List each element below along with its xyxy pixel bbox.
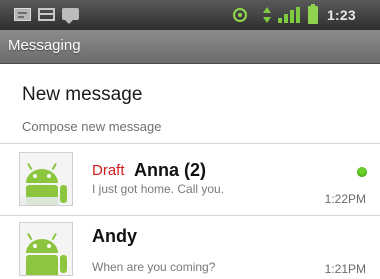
status-clock: 1:23 xyxy=(327,7,356,23)
conversation-item-andy[interactable]: Andy When are you coming? 1:21PM xyxy=(0,216,380,279)
android-avatar-icon[interactable] xyxy=(19,152,73,206)
battery-icon xyxy=(308,4,318,24)
calendar-notification-icon[interactable] xyxy=(38,8,55,21)
message-snippet: When are you coming? xyxy=(92,260,216,274)
message-snippet: I just got home. Call you. xyxy=(92,182,225,196)
sms-notification-icon[interactable] xyxy=(14,8,31,21)
app-title: Messaging xyxy=(8,37,81,54)
draft-label: Draft xyxy=(92,162,125,179)
contact-name: Andy xyxy=(92,226,137,246)
contact-name: Anna (2) xyxy=(134,160,206,180)
data-arrows-icon xyxy=(263,7,271,23)
status-bar: 1:23 xyxy=(0,0,380,30)
message-time: 1:21PM xyxy=(324,262,366,276)
message-time: 1:22PM xyxy=(324,192,366,206)
new-message-item[interactable]: New message Compose new message xyxy=(0,64,380,144)
signal-icon xyxy=(278,7,300,23)
compose-subtitle: Compose new message xyxy=(22,119,162,134)
chat-notification-icon[interactable] xyxy=(62,8,79,24)
online-status-icon xyxy=(357,167,367,177)
new-message-label: New message xyxy=(22,84,143,105)
android-avatar-icon[interactable] xyxy=(19,222,73,276)
gps-icon xyxy=(233,8,247,22)
app-title-bar: Messaging xyxy=(0,30,380,64)
conversation-item-anna[interactable]: Draft Anna (2) I just got home. Call you… xyxy=(0,144,380,216)
